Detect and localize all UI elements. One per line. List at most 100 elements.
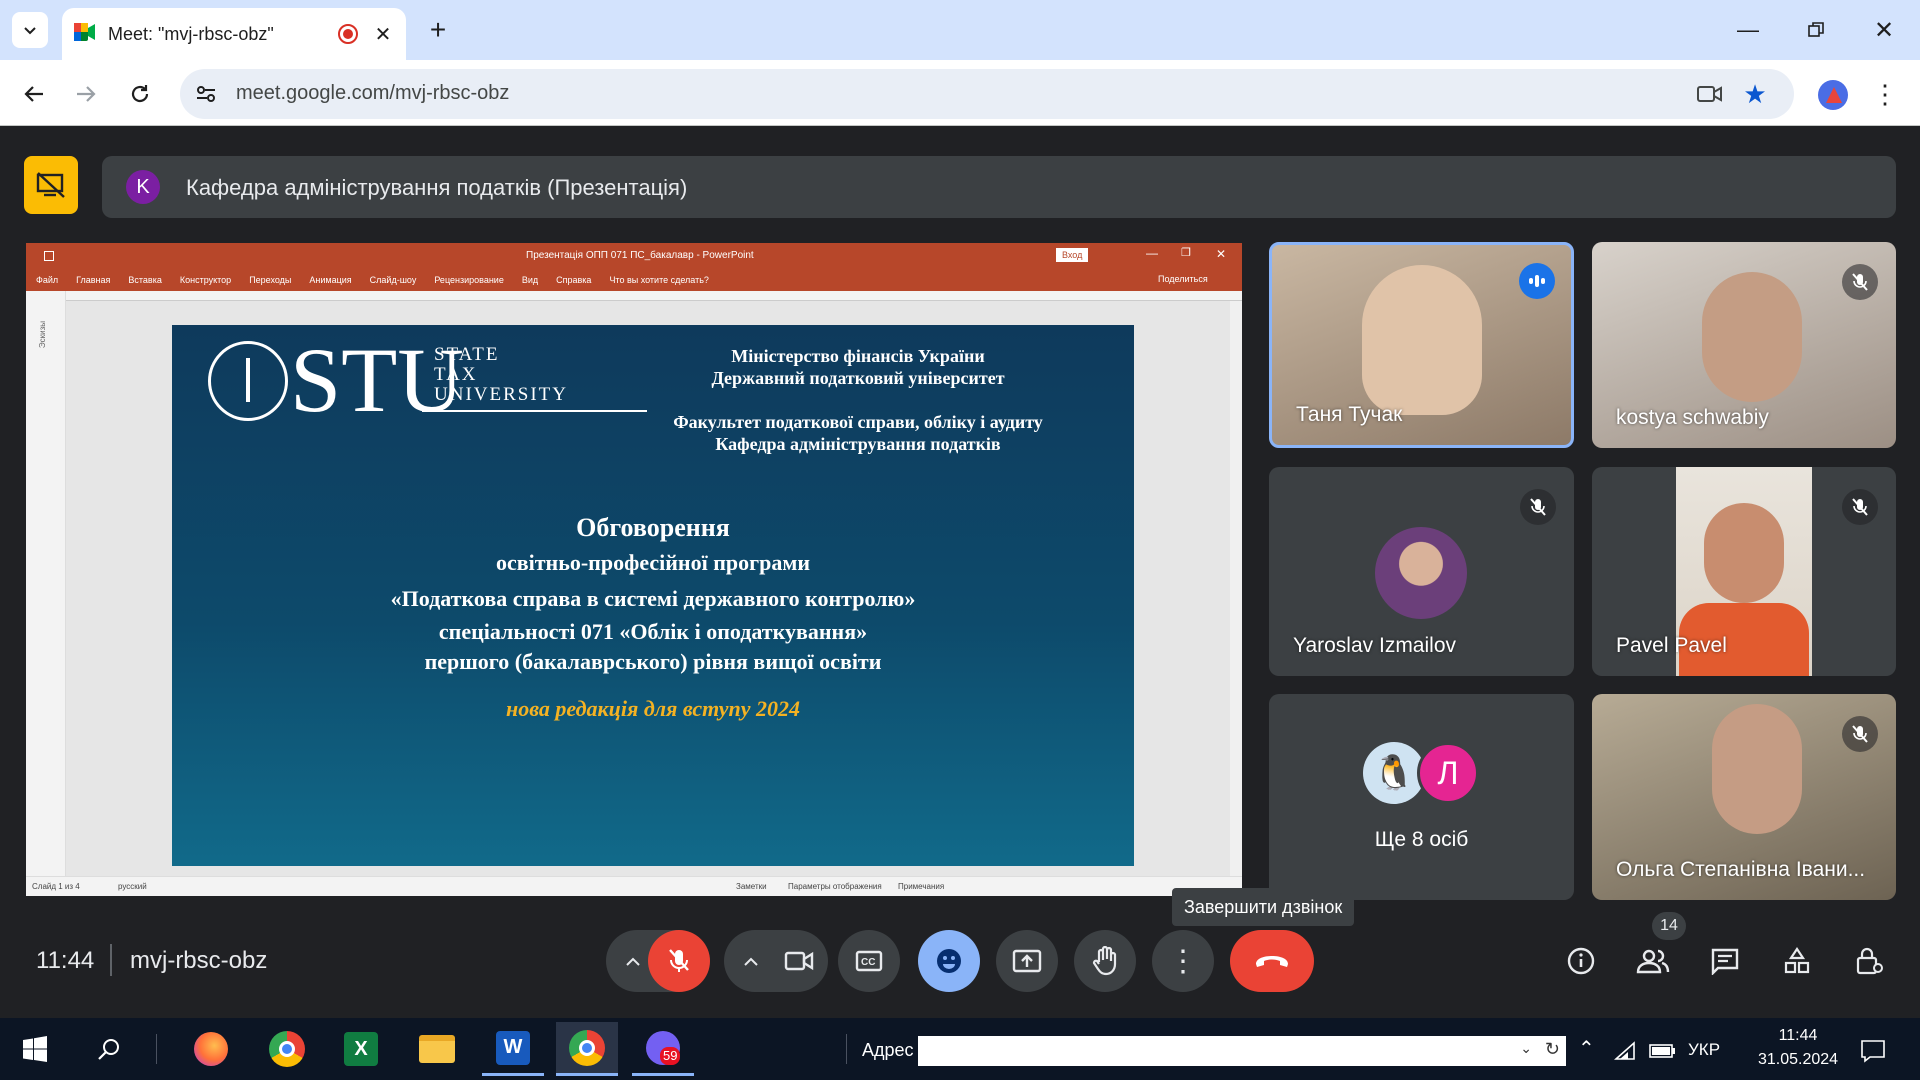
ppt-titlebar: Презентація ОПП 071 ПС_бакалавр - PowerP… [26,243,1242,269]
address-bar[interactable]: meet.google.com/mvj-rbsc-obz ★ [180,69,1794,119]
penguin-avatar-icon: 🐧 [1363,742,1425,804]
more-vert-icon: ⋮ [1168,944,1198,978]
ppt-notes: Заметки [736,882,767,891]
word-taskbar-item[interactable]: W [482,1022,544,1076]
activities-button[interactable] [1776,940,1818,982]
recording-icon [338,24,358,44]
university-name: Державний податковий університет [711,368,1005,388]
ppt-save-icon [44,251,54,261]
chrome-icon [269,1031,305,1067]
ppt-window-title: Презентація ОПП 071 ПС_бакалавр - PowerP… [526,250,754,261]
ppt-menu-item: Рецензирование [434,275,504,285]
mic-options-chevron-icon[interactable] [614,942,652,980]
slide-heading: Обговорення [576,513,730,542]
ppt-menu-item: Вид [521,275,539,285]
back-arrow-icon[interactable] [14,76,54,112]
start-button[interactable] [4,1022,66,1076]
ppt-statusbar: Слайд 1 из 4 русский Заметки Параметры о… [26,876,1242,896]
end-call-button[interactable] [1230,930,1314,992]
ppt-comments: Примечания [898,882,945,891]
info-icon [1567,947,1595,975]
participant-tile[interactable]: kostya schwabiy [1592,242,1896,448]
ppt-menu-item: Главная [76,275,111,285]
more-participants-tile[interactable]: 🐧 Л Ще 8 осіб [1269,694,1574,900]
minimize-window-icon[interactable]: — [1728,10,1768,50]
participant-tile[interactable]: Pavel Pavel [1592,467,1896,676]
address-toolbar-label: Адрес [862,1040,914,1060]
camera-toggle-button[interactable] [770,930,828,992]
notifications-icon[interactable] [1856,1036,1890,1066]
more-options-button[interactable]: ⋮ [1152,930,1214,992]
tab-meet[interactable]: Meet: "mvj-rbsc-obz" ✕ [62,8,406,60]
network-icon[interactable] [1612,1038,1640,1064]
stop-presenting-icon[interactable] [24,156,78,214]
participant-video [1362,265,1482,415]
ppt-minimize-icon: — [1146,246,1158,260]
mic-off-icon [1842,489,1878,525]
people-icon [1636,949,1670,974]
chat-button[interactable] [1704,940,1746,982]
battery-icon[interactable] [1648,1040,1678,1062]
input-language[interactable]: УКР [1688,1040,1720,1060]
windows-logo-icon [23,1036,47,1062]
forward-arrow-icon[interactable] [66,76,106,112]
taskbar-search-button[interactable] [78,1022,140,1076]
close-window-icon[interactable]: ✕ [1864,10,1904,50]
chrome-active-taskbar-item[interactable] [556,1022,618,1076]
ppt-thumbnail-pane: Эскизы [26,291,66,876]
firefox-taskbar-item[interactable] [180,1022,242,1076]
new-tab-plus-icon[interactable]: + [420,12,456,48]
clock-time: 11:44 [1778,1027,1818,1044]
viber-taskbar-item[interactable]: 59 [632,1022,694,1076]
camera-options-chevron-icon[interactable] [732,942,770,980]
reactions-button[interactable] [918,930,980,992]
tab-close-icon[interactable]: ✕ [370,21,396,47]
search-icon [98,1039,119,1060]
url-text[interactable]: meet.google.com/mvj-rbsc-obz [236,82,509,105]
mic-off-icon [1520,489,1556,525]
chrome-icon [569,1029,605,1066]
profile-avatar[interactable] [1818,80,1848,110]
restore-window-icon[interactable] [1796,10,1836,50]
clock-date: 31.05.2024 [1757,1051,1839,1068]
slide-line: освітньо-професійної програми [495,550,810,575]
ppt-tell-me: Что вы хотите сделать? [609,275,709,285]
captions-icon: CC [855,950,883,972]
reload-icon[interactable] [120,76,160,112]
site-info-icon[interactable] [194,82,218,106]
excel-taskbar-item[interactable]: X [330,1022,392,1076]
captions-button[interactable]: CC [838,930,900,992]
participant-video [1702,272,1802,402]
camera-in-use-icon[interactable] [1694,80,1726,108]
participant-tile[interactable]: Yaroslav Izmailov [1269,467,1574,676]
logo-underline [422,410,647,412]
participant-tile[interactable]: Ольга Степанівна Івани... [1592,694,1896,900]
emoji-icon [937,949,961,973]
raise-hand-button[interactable] [1074,930,1136,992]
host-controls-button[interactable] [1848,940,1890,982]
slide: STU STATE TAX UNIVERSITY Міністерство фі… [172,325,1134,866]
taskbar-clock[interactable]: 11:44 31.05.2024 [1748,1024,1848,1072]
chrome-taskbar-item[interactable] [256,1022,318,1076]
browser-menu-icon[interactable]: ⋮ [1870,76,1900,112]
explorer-taskbar-item[interactable] [406,1022,468,1076]
bookmark-star-icon[interactable]: ★ [1740,79,1770,109]
people-button[interactable] [1632,940,1674,982]
mic-toggle-button[interactable] [648,930,710,992]
present-screen-button[interactable] [996,930,1058,992]
slide-body: Обговорення освітньо-професійної програм… [172,511,1134,727]
ppt-menu-item: Анимация [309,275,352,285]
participant-tile-speaking[interactable]: Таня Тучак [1269,242,1574,448]
meeting-info-button[interactable] [1560,940,1602,982]
slide-header: Міністерство фінансів України Державний … [618,345,1098,455]
tab-search-chevron-icon[interactable] [12,12,48,48]
divider [846,1034,847,1064]
address-dropdown-icon[interactable]: ⌄ [1520,1040,1532,1057]
ppt-restore-icon: ❐ [1181,247,1191,259]
ppt-scrollbar [1230,301,1242,876]
ppt-menu-item: Вставка [128,275,162,285]
address-refresh-icon[interactable]: ↻ [1545,1039,1560,1060]
tray-overflow-chevron-icon[interactable]: ⌃ [1578,1036,1595,1061]
ministry-name: Міністерство фінансів України [731,346,985,366]
address-toolbar-input[interactable]: ⌄ ↻ [918,1036,1566,1066]
